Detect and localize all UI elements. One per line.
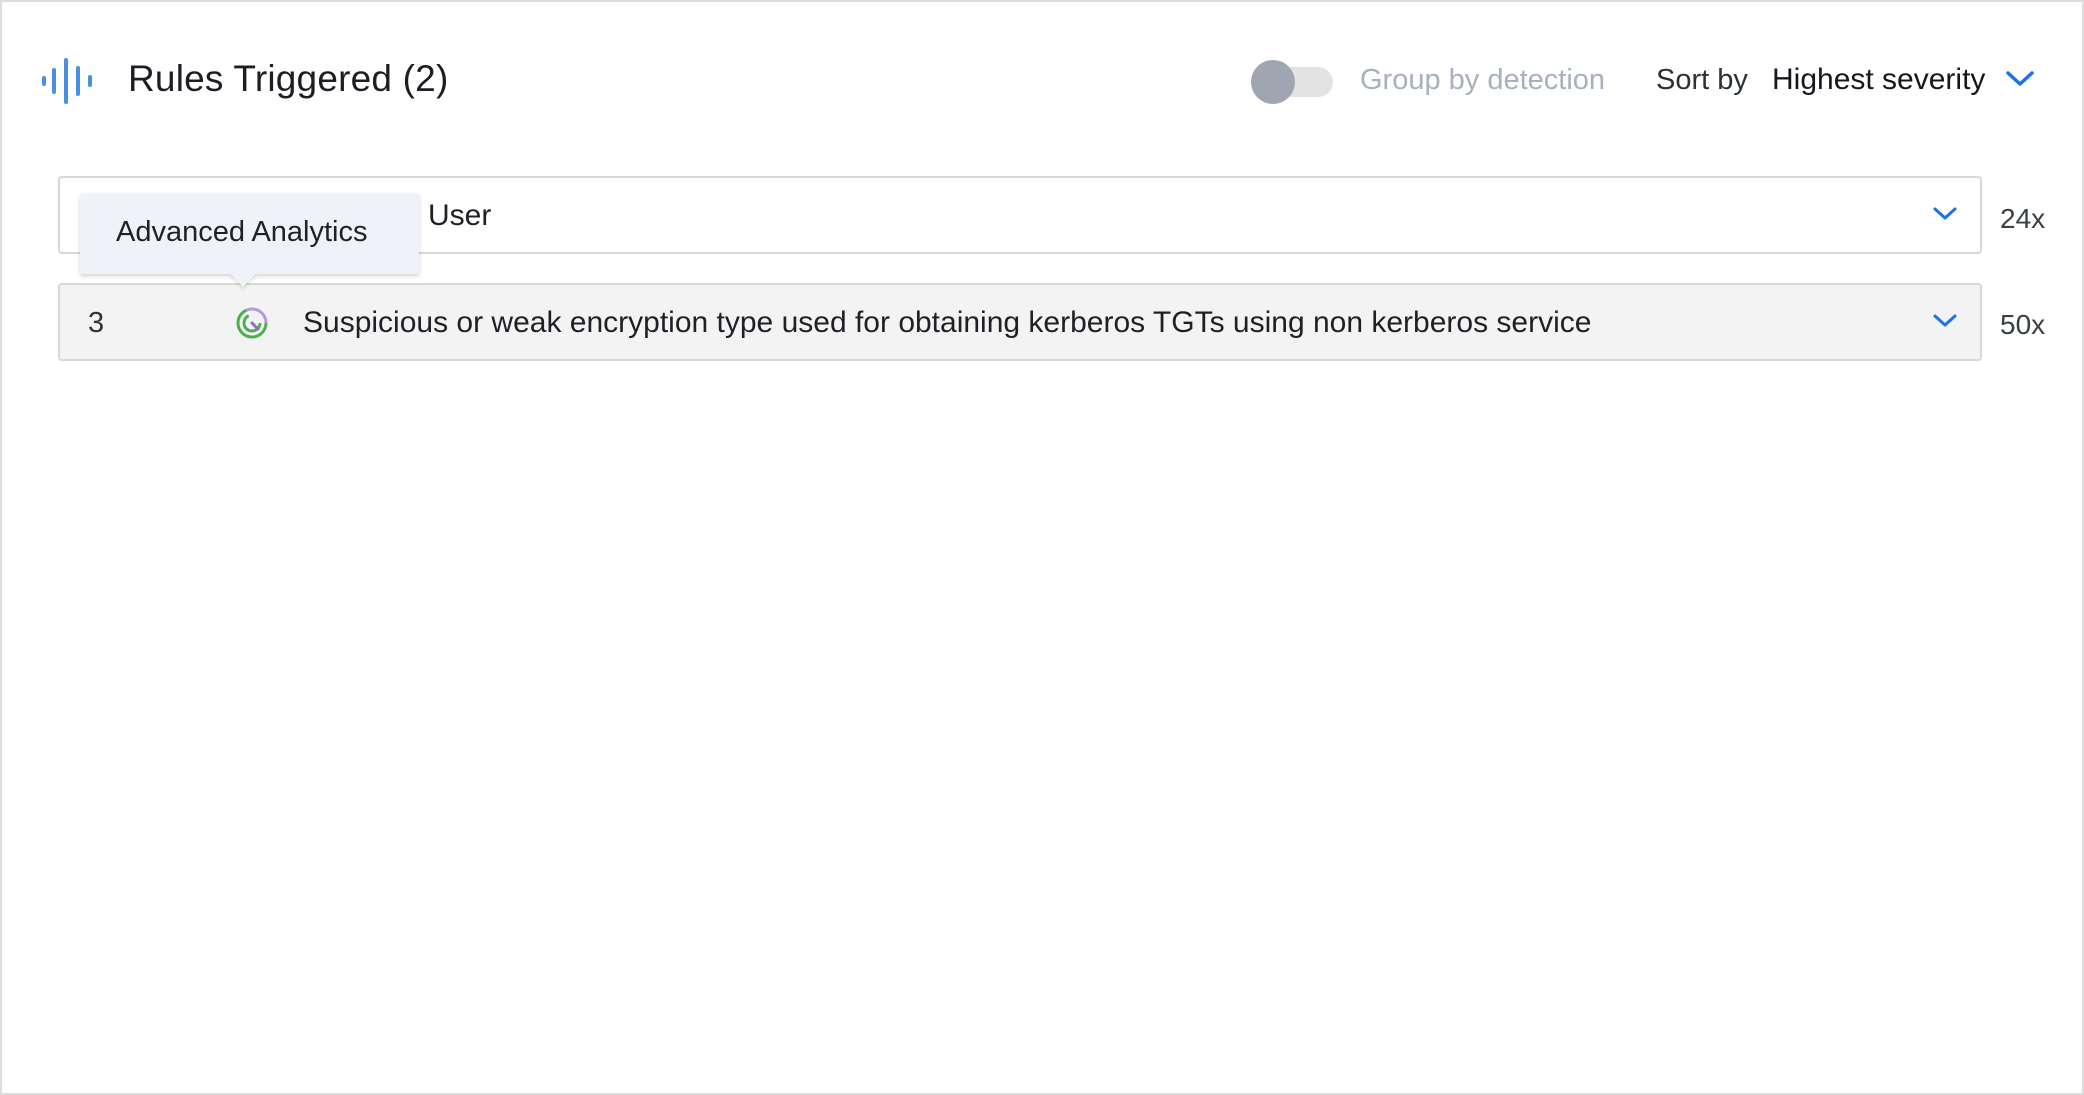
group-by-detection-label: Group by detection: [1360, 64, 1606, 96]
rule-trigger-count: 50x: [2000, 309, 2046, 340]
group-by-detection-toggle[interactable]: [1251, 60, 1335, 104]
page-title: Rules Triggered (2): [128, 58, 449, 99]
tooltip-text: Advanced Analytics: [116, 216, 368, 248]
chevron-down-icon[interactable]: [1932, 204, 1958, 224]
rule-name: User: [428, 199, 492, 232]
rule-name: Suspicious or weak encryption type used …: [303, 306, 1592, 339]
tooltip: Advanced Analytics: [80, 194, 419, 287]
rule-severity: 3: [88, 307, 105, 339]
chevron-down-icon[interactable]: [1932, 311, 1958, 331]
advanced-analytics-icon[interactable]: [234, 305, 270, 341]
toggle-knob: [1251, 60, 1295, 104]
audio-waveform-icon: [42, 58, 92, 104]
sort-by-label: Sort by: [1656, 64, 1748, 96]
rule-row[interactable]: 3 Suspicious or weak encryption type use…: [58, 283, 1982, 361]
sort-select[interactable]: Highest severity: [1772, 63, 1985, 97]
rule-trigger-count: 24x: [2000, 203, 2046, 234]
rules-triggered-panel: Rules Triggered (2) Group by detection S…: [0, 0, 2084, 1095]
chevron-down-icon[interactable]: [2005, 68, 2035, 90]
